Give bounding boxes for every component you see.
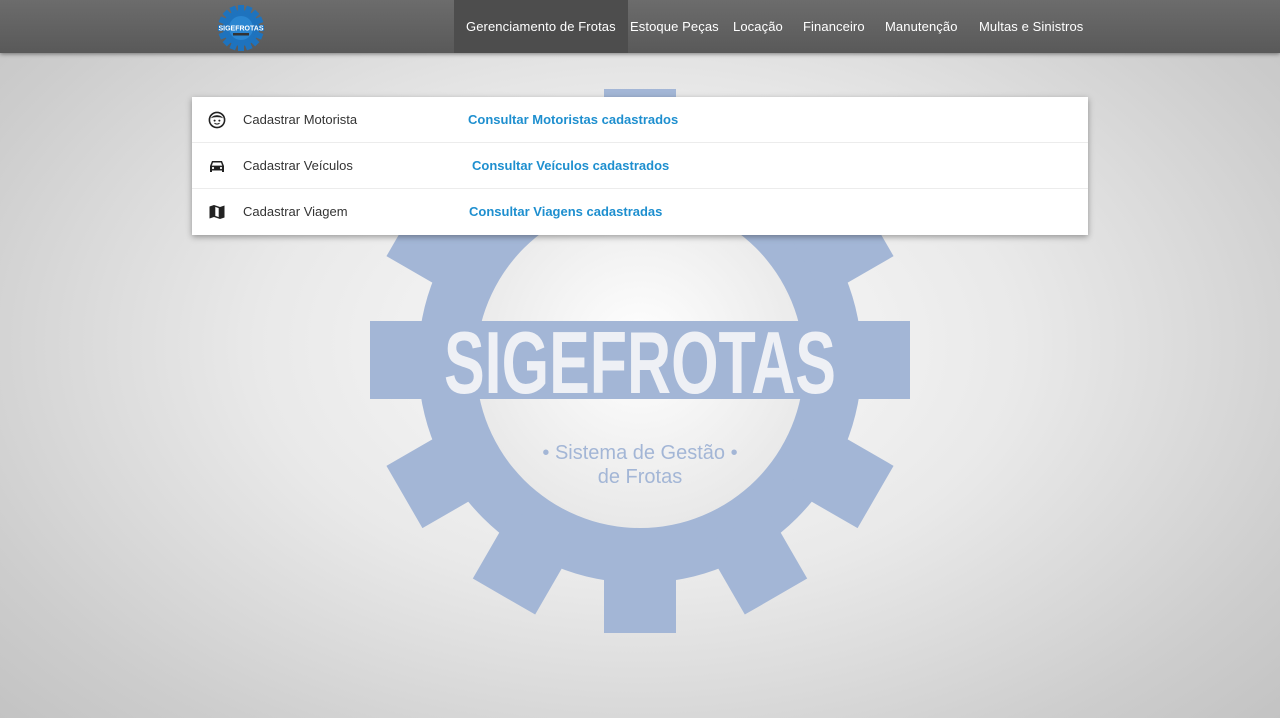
consultar-viagens-link[interactable]: Consultar Viagens cadastradas	[469, 189, 662, 234]
svg-text:SIGEFROTAS: SIGEFROTAS	[444, 313, 836, 412]
nav-multas-e-sinistros[interactable]: Multas e Sinistros	[979, 0, 1083, 53]
nav-locacao[interactable]: Locação	[733, 0, 783, 53]
nav-gerenciamento-de-frotas[interactable]: Gerenciamento de Frotas	[454, 0, 628, 53]
nav-manutencao[interactable]: Manutenção	[885, 0, 958, 53]
consultar-motoristas-link[interactable]: Consultar Motoristas cadastrados	[468, 97, 678, 142]
svg-text:de Frotas: de Frotas	[598, 466, 682, 488]
menu-row-veiculos: Cadastrar Veículos Consultar Veículos ca…	[192, 143, 1088, 189]
cadastrar-motorista-link[interactable]: Cadastrar Motorista	[243, 97, 357, 142]
sigefrotas-logo[interactable]: SIGEFROTAS	[216, 3, 266, 53]
menu-row-motorista: Cadastrar Motorista Consultar Motoristas…	[192, 97, 1088, 143]
svg-text:SIGEFROTAS: SIGEFROTAS	[219, 26, 264, 33]
menu-row-viagem: Cadastrar Viagem Consultar Viagens cadas…	[192, 189, 1088, 235]
top-navbar: SIGEFROTAS Gerenciamento de Frotas Estoq…	[0, 0, 1280, 53]
map-icon	[209, 205, 225, 219]
nav-estoque-pecas[interactable]: Estoque Peças	[630, 0, 719, 53]
cadastrar-veiculos-link[interactable]: Cadastrar Veículos	[243, 143, 353, 188]
face-icon	[208, 111, 226, 129]
car-icon	[210, 161, 224, 172]
nav-financeiro[interactable]: Financeiro	[803, 0, 865, 53]
consultar-veiculos-link[interactable]: Consultar Veículos cadastrados	[472, 143, 669, 188]
svg-text:• Sistema de Gestão •: • Sistema de Gestão •	[542, 442, 737, 464]
fleet-management-dropdown: Cadastrar Motorista Consultar Motoristas…	[192, 97, 1088, 235]
cadastrar-viagem-link[interactable]: Cadastrar Viagem	[243, 189, 348, 234]
